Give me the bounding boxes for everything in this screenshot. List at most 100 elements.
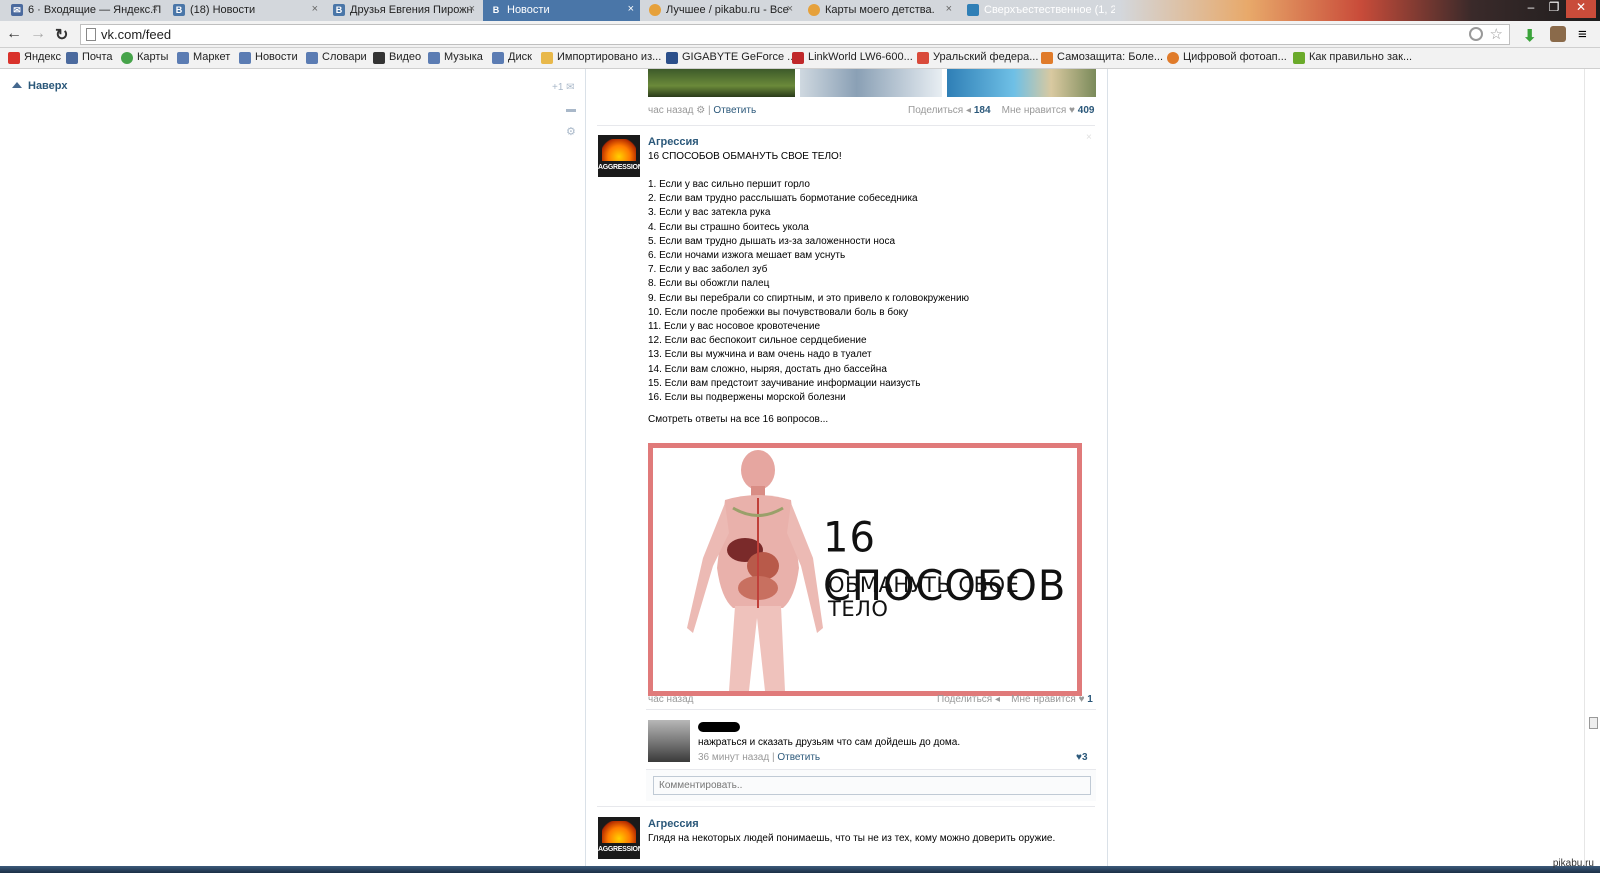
close-icon[interactable]: × <box>469 3 475 15</box>
close-icon[interactable]: × <box>946 3 952 15</box>
bookmark-label: Цифровой фотоап... <box>1183 51 1287 63</box>
gear-icon[interactable]: ⚙ <box>566 125 576 138</box>
dictionary-icon <box>306 52 318 64</box>
bookmark-howto[interactable]: Как правильно зак... <box>1293 51 1412 64</box>
list-item: 3. Если у вас затекла рука <box>648 207 771 219</box>
tab-vk-news-18[interactable]: B (18) Новости × <box>166 0 324 21</box>
bookmark-label: Уральский федера... <box>933 51 1039 63</box>
close-icon[interactable]: × <box>312 3 318 15</box>
post-author[interactable]: Агрессия <box>648 818 699 830</box>
tab-pikabu-best[interactable]: Лучшее / pikabu.ru - Все × <box>642 0 799 21</box>
post-title: 16 СПОСОБОВ ОБМАНУТЬ СВОЕ ТЕЛО! <box>648 151 842 162</box>
avatar[interactable]: AGGRESSION <box>598 135 640 177</box>
comment-input[interactable]: Комментировать.. <box>653 776 1091 795</box>
commenter-avatar[interactable] <box>648 720 690 762</box>
tab-vk-news[interactable]: B Новости × <box>483 0 640 21</box>
post-time[interactable]: час назад <box>648 694 694 705</box>
photo-thumbnail[interactable] <box>947 69 1096 97</box>
bookmarks-bar: Яндекс Почта Карты Маркет Новости Словар… <box>0 48 1600 69</box>
tv-icon <box>967 4 979 16</box>
settings-icon[interactable]: ⚙ <box>696 105 705 116</box>
comment-time[interactable]: 36 минут назад <box>698 752 769 763</box>
list-item: 11. Если у вас носовое кровотечение <box>648 321 821 332</box>
reply-link[interactable]: Ответить <box>713 105 756 116</box>
maximize-button[interactable]: ❐ <box>1543 0 1565 18</box>
like-button[interactable]: Мне нравится <box>1011 694 1076 705</box>
bookmark-news[interactable]: Новости <box>239 51 298 64</box>
comment-likes[interactable]: ♥3 <box>1076 752 1088 763</box>
bookmark-disk[interactable]: Диск <box>492 51 532 64</box>
share-button[interactable]: Поделиться <box>908 105 963 116</box>
commenter-name-redacted <box>698 722 740 732</box>
close-window-button[interactable]: ✕ <box>1566 0 1596 18</box>
back-icon[interactable]: ← <box>6 25 22 43</box>
close-icon[interactable]: × <box>1086 132 1092 143</box>
like-count: 1 <box>1087 694 1093 705</box>
photo-thumbnail[interactable] <box>648 69 795 97</box>
avatar[interactable]: AGGRESSION <box>598 817 640 859</box>
share-icon: ◂ <box>966 105 972 116</box>
tab-label: Новости <box>507 4 550 16</box>
heart-icon: ♥ <box>1078 694 1085 705</box>
bookmark-maps[interactable]: Карты <box>121 51 168 64</box>
post-image[interactable]: 16 СПОСОБОВ ОБМАНУТЬ СВОЕ ТЕЛО <box>648 443 1082 696</box>
bookmark-label: Самозащита: Боле... <box>1057 51 1164 63</box>
bookmark-camera[interactable]: Цифровой фотоап... <box>1167 51 1287 64</box>
like-button[interactable]: Мне нравится <box>1002 105 1067 116</box>
image-subtitle: ОБМАНУТЬ СВОЕ ТЕЛО <box>828 573 1020 621</box>
close-icon[interactable]: × <box>152 3 158 15</box>
tab-vk-friends[interactable]: B Друзья Евгения Пирожн × <box>326 0 481 21</box>
mail-counter[interactable]: +1 ✉ <box>552 82 575 93</box>
bookmark-label: Маркет <box>193 51 231 63</box>
address-bar[interactable]: vk.com/feed ☆ <box>80 24 1510 45</box>
anatomy-figure <box>687 450 823 691</box>
page-content: Наверх +1 ✉ ▬ ⚙ час назад ⚙ | Ответить П… <box>0 69 1600 866</box>
list-item: 8. Если вы обожгли палец <box>648 278 770 290</box>
translate-icon[interactable] <box>1469 27 1483 41</box>
scrollbar-thumb[interactable] <box>1589 717 1598 729</box>
video-icon <box>373 52 385 64</box>
tab-pikabu-maps[interactable]: Карты моего детства. × <box>801 0 958 21</box>
post-time[interactable]: час назад <box>648 105 694 116</box>
bookmark-yandex[interactable]: Яндекс <box>8 51 61 64</box>
comment-icon[interactable]: ▬ <box>566 104 576 115</box>
like-count: 409 <box>1077 105 1095 116</box>
post-author[interactable]: Агрессия <box>648 136 699 148</box>
close-icon[interactable]: × <box>787 3 793 15</box>
bookmark-market[interactable]: Маркет <box>177 51 231 64</box>
list-item: 10. Если после пробежки вы почувствовали… <box>648 306 909 318</box>
previous-post-footer: час назад ⚙ | Ответить <box>648 105 757 116</box>
flame-logo-icon <box>602 821 636 843</box>
market-icon <box>177 52 189 64</box>
tab-supernatural[interactable]: Сверхъестественное (1, 2 <box>960 0 1115 21</box>
camera-icon[interactable] <box>1550 26 1566 42</box>
more-link[interactable]: Смотреть ответы на все 16 вопросов... <box>648 413 828 427</box>
bookmark-star-icon[interactable]: ☆ <box>1490 25 1503 43</box>
tab-label: Сверхъестественное (1, 2 <box>984 4 1115 16</box>
photo-thumbnail[interactable] <box>800 69 942 97</box>
share-button[interactable]: Поделиться <box>937 694 992 705</box>
bookmark-mail[interactable]: Почта <box>66 51 113 64</box>
bookmark-imported[interactable]: Импортировано из... <box>541 51 662 64</box>
scrollbar[interactable] <box>1584 69 1600 866</box>
url-text[interactable]: vk.com/feed <box>101 27 171 42</box>
reply-link[interactable]: Ответить <box>777 752 820 763</box>
bookmark-label: Импортировано из... <box>557 51 662 63</box>
bookmark-label: Музыка <box>444 51 483 63</box>
download-icon[interactable]: ⬇ <box>1523 26 1539 45</box>
bookmark-ural[interactable]: Уральский федера... <box>917 51 1039 64</box>
minimize-button[interactable]: – <box>1520 0 1542 18</box>
post-divider <box>597 125 1095 126</box>
tab-yandex-mail[interactable]: ✉ 6 · Входящие — Яндекс.П × <box>4 0 164 21</box>
bookmark-selfdefense[interactable]: Самозащита: Боле... <box>1041 51 1164 64</box>
close-icon[interactable]: × <box>628 3 634 15</box>
reload-icon[interactable]: ↻ <box>55 25 68 45</box>
bookmark-dictionaries[interactable]: Словари <box>306 51 367 64</box>
menu-icon[interactable]: ≡ <box>1578 26 1594 43</box>
bookmark-linkworld[interactable]: LinkWorld LW6-600... <box>792 51 913 64</box>
scroll-up-button[interactable]: Наверх <box>12 80 68 92</box>
bookmark-video[interactable]: Видео <box>373 51 421 64</box>
forward-icon[interactable]: → <box>30 25 46 43</box>
bookmark-gigabyte[interactable]: GIGABYTE GeForce ... <box>666 51 796 64</box>
bookmark-music[interactable]: Музыка <box>428 51 483 64</box>
